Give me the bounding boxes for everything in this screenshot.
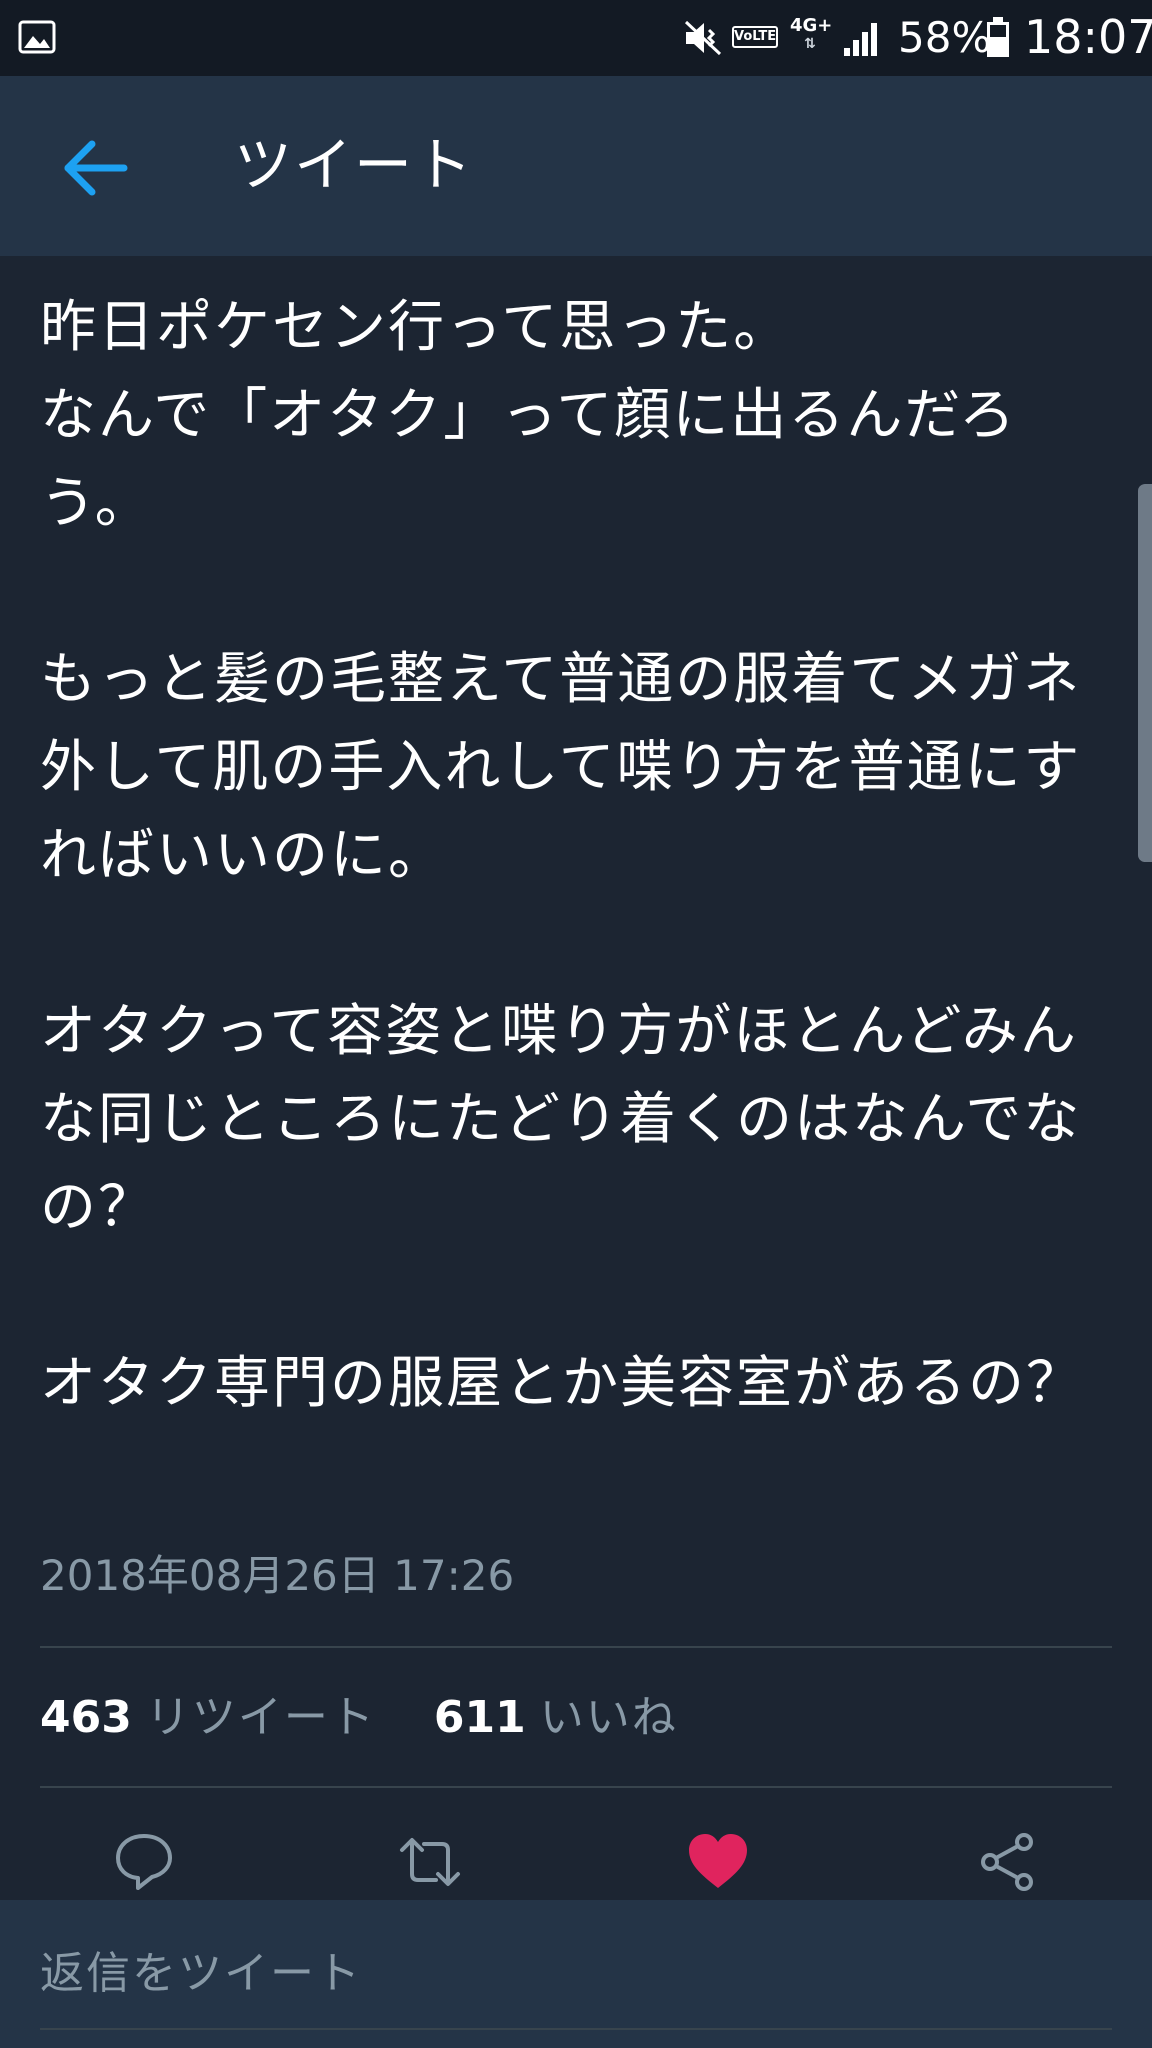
clock: 18:07 — [1024, 10, 1152, 64]
tweet-paragraph: 昨日ポケセン行って思った。 なんで「オタク」って顔に出るんだろう。 — [40, 295, 1018, 536]
mute-icon — [684, 20, 722, 56]
reply-bar: 返信をツイート — [0, 1900, 1152, 2048]
data-arrows-icon: ⇅ — [804, 36, 816, 52]
network-label: 4G+ — [790, 15, 833, 36]
divider — [40, 1646, 1112, 1648]
tweet-timestamp: 2018年08月26日 17:26 — [40, 1551, 515, 1600]
gallery-icon — [18, 20, 56, 54]
signal-icon — [844, 23, 877, 56]
heart-icon[interactable] — [686, 1830, 750, 1894]
like-stat[interactable]: 611 いいね — [434, 1692, 722, 1743]
share-icon[interactable] — [976, 1830, 1040, 1894]
tweet-paragraph: もっと髪の毛整えて普通の服着てメガネ外して肌の手入れして喋り方を普通にすればいい… — [40, 647, 1082, 888]
reply-input-underline — [40, 2028, 1112, 2030]
volte-indicator: VoLTE — [732, 26, 778, 48]
tweet-text: 昨日ポケセン行って思った。 なんで「オタク」って顔に出るんだろう。 もっと髪の毛… — [40, 284, 1120, 1428]
app-header: ツイート — [0, 76, 1152, 256]
reply-input[interactable]: 返信をツイート — [40, 1944, 362, 2004]
retweet-label: リツイート — [145, 1692, 376, 1743]
network-type: 4G+ ⇅ — [790, 15, 833, 60]
retweet-count: 463 — [40, 1692, 132, 1743]
divider — [40, 1786, 1112, 1788]
reply-icon[interactable] — [112, 1830, 176, 1894]
battery-percent: 58% — [898, 13, 992, 62]
page-title: ツイート — [234, 131, 475, 199]
battery-icon — [987, 17, 1009, 57]
status-bar: VoLTE 4G+ ⇅ 58% 18:07 — [0, 0, 1152, 76]
retweet-icon[interactable] — [398, 1830, 462, 1894]
arrow-left-icon[interactable] — [60, 138, 130, 198]
tweet-paragraph: オタク専門の服屋とか美容室があるの？ — [40, 1351, 1084, 1416]
like-count: 611 — [433, 1692, 526, 1743]
like-label: いいね — [539, 1692, 678, 1743]
tweet-stats: 463 リツイート 611 いいね — [40, 1688, 722, 1748]
tweet-paragraph: オタクって容姿と喋り方がほとんどみんな同じところにたどり着くのはなんでなの？ — [40, 999, 1082, 1240]
retweet-stat[interactable]: 463 リツイート — [40, 1692, 434, 1743]
scrollbar-thumb[interactable] — [1138, 484, 1152, 862]
